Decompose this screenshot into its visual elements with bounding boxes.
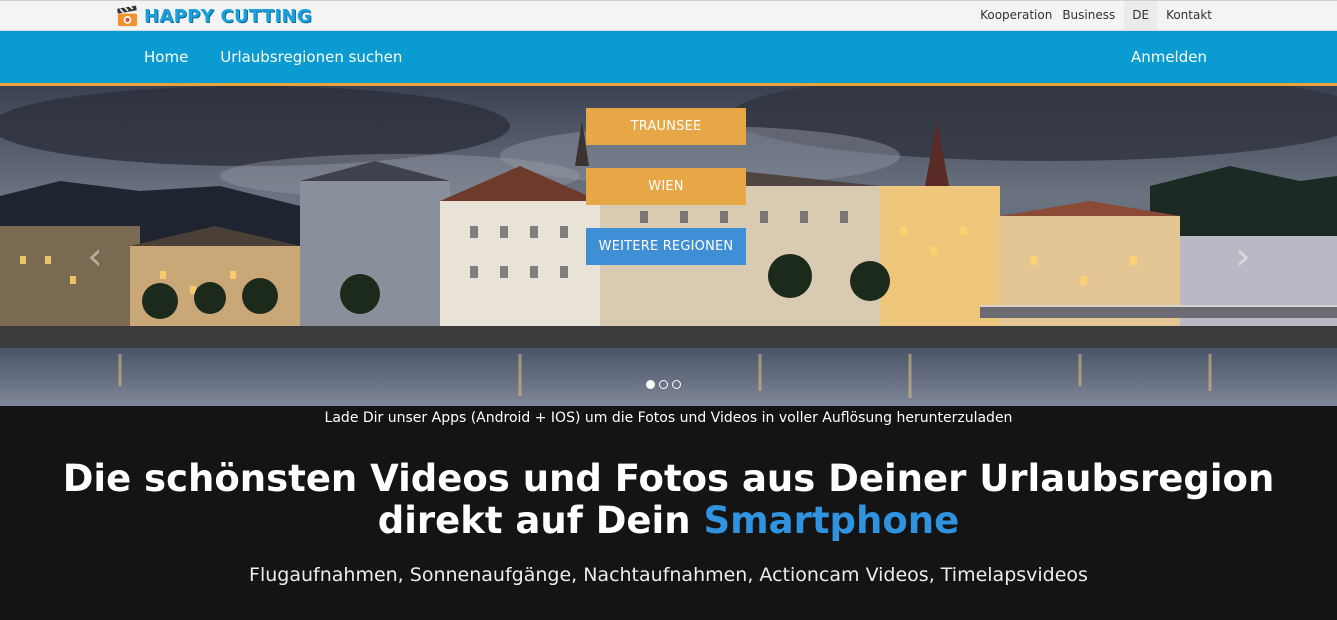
- headline-line-2-prefix: direkt auf Dein: [377, 499, 704, 542]
- main-navbar: Home Urlaubsregionen suchen Anmelden: [0, 31, 1337, 86]
- business-link[interactable]: Business: [1057, 1, 1120, 30]
- main-headline: Die schönsten Videos und Fotos aus Deine…: [0, 458, 1337, 542]
- clapperboard-icon: [117, 5, 138, 27]
- carousel-dot[interactable]: [672, 380, 681, 389]
- chevron-left-icon[interactable]: ‹: [84, 236, 106, 276]
- features-subline: Flugaufnahmen, Sonnenaufgänge, Nachtaufn…: [249, 564, 1088, 586]
- region-traunsee-button[interactable]: TRAUNSEE: [586, 108, 746, 145]
- language-selector[interactable]: DE: [1124, 1, 1158, 30]
- more-regions-button[interactable]: WEITERE REGIONEN: [586, 228, 746, 265]
- nav-regions-link[interactable]: Urlaubsregionen suchen: [210, 31, 412, 83]
- brand-logo[interactable]: HAPPY CUTTING: [116, 4, 312, 29]
- top-utility-bar: HAPPY CUTTING Kooperation Business DE Ko…: [0, 0, 1337, 31]
- carousel-indicators: [646, 380, 681, 389]
- login-link[interactable]: Anmelden: [1121, 31, 1217, 83]
- brand-name: HAPPY CUTTING: [144, 6, 312, 27]
- headline-line-2: direkt auf Dein Smartphone: [0, 500, 1337, 542]
- carousel-dot[interactable]: [659, 380, 668, 389]
- app-download-note: Lade Dir unser Apps (Android + IOS) um d…: [324, 410, 1013, 426]
- headline-line-1: Die schönsten Videos und Fotos aus Deine…: [62, 457, 1275, 500]
- headline-accent-word: Smartphone: [703, 499, 960, 542]
- kooperation-link[interactable]: Kooperation: [975, 1, 1057, 30]
- hero-carousel: ‹ › TRAUNSEE WIEN WEITERE REGIONEN: [0, 86, 1337, 406]
- utility-nav: Kooperation Business DE Kontakt: [975, 1, 1217, 30]
- main-nav-left: Home Urlaubsregionen suchen: [134, 31, 412, 83]
- region-wien-button[interactable]: WIEN: [586, 168, 746, 205]
- carousel-dot[interactable]: [646, 380, 655, 389]
- nav-home-link[interactable]: Home: [134, 31, 198, 83]
- kontakt-link[interactable]: Kontakt: [1161, 1, 1217, 30]
- chevron-right-icon[interactable]: ›: [1232, 236, 1254, 276]
- main-nav-right: Anmelden: [1121, 31, 1217, 83]
